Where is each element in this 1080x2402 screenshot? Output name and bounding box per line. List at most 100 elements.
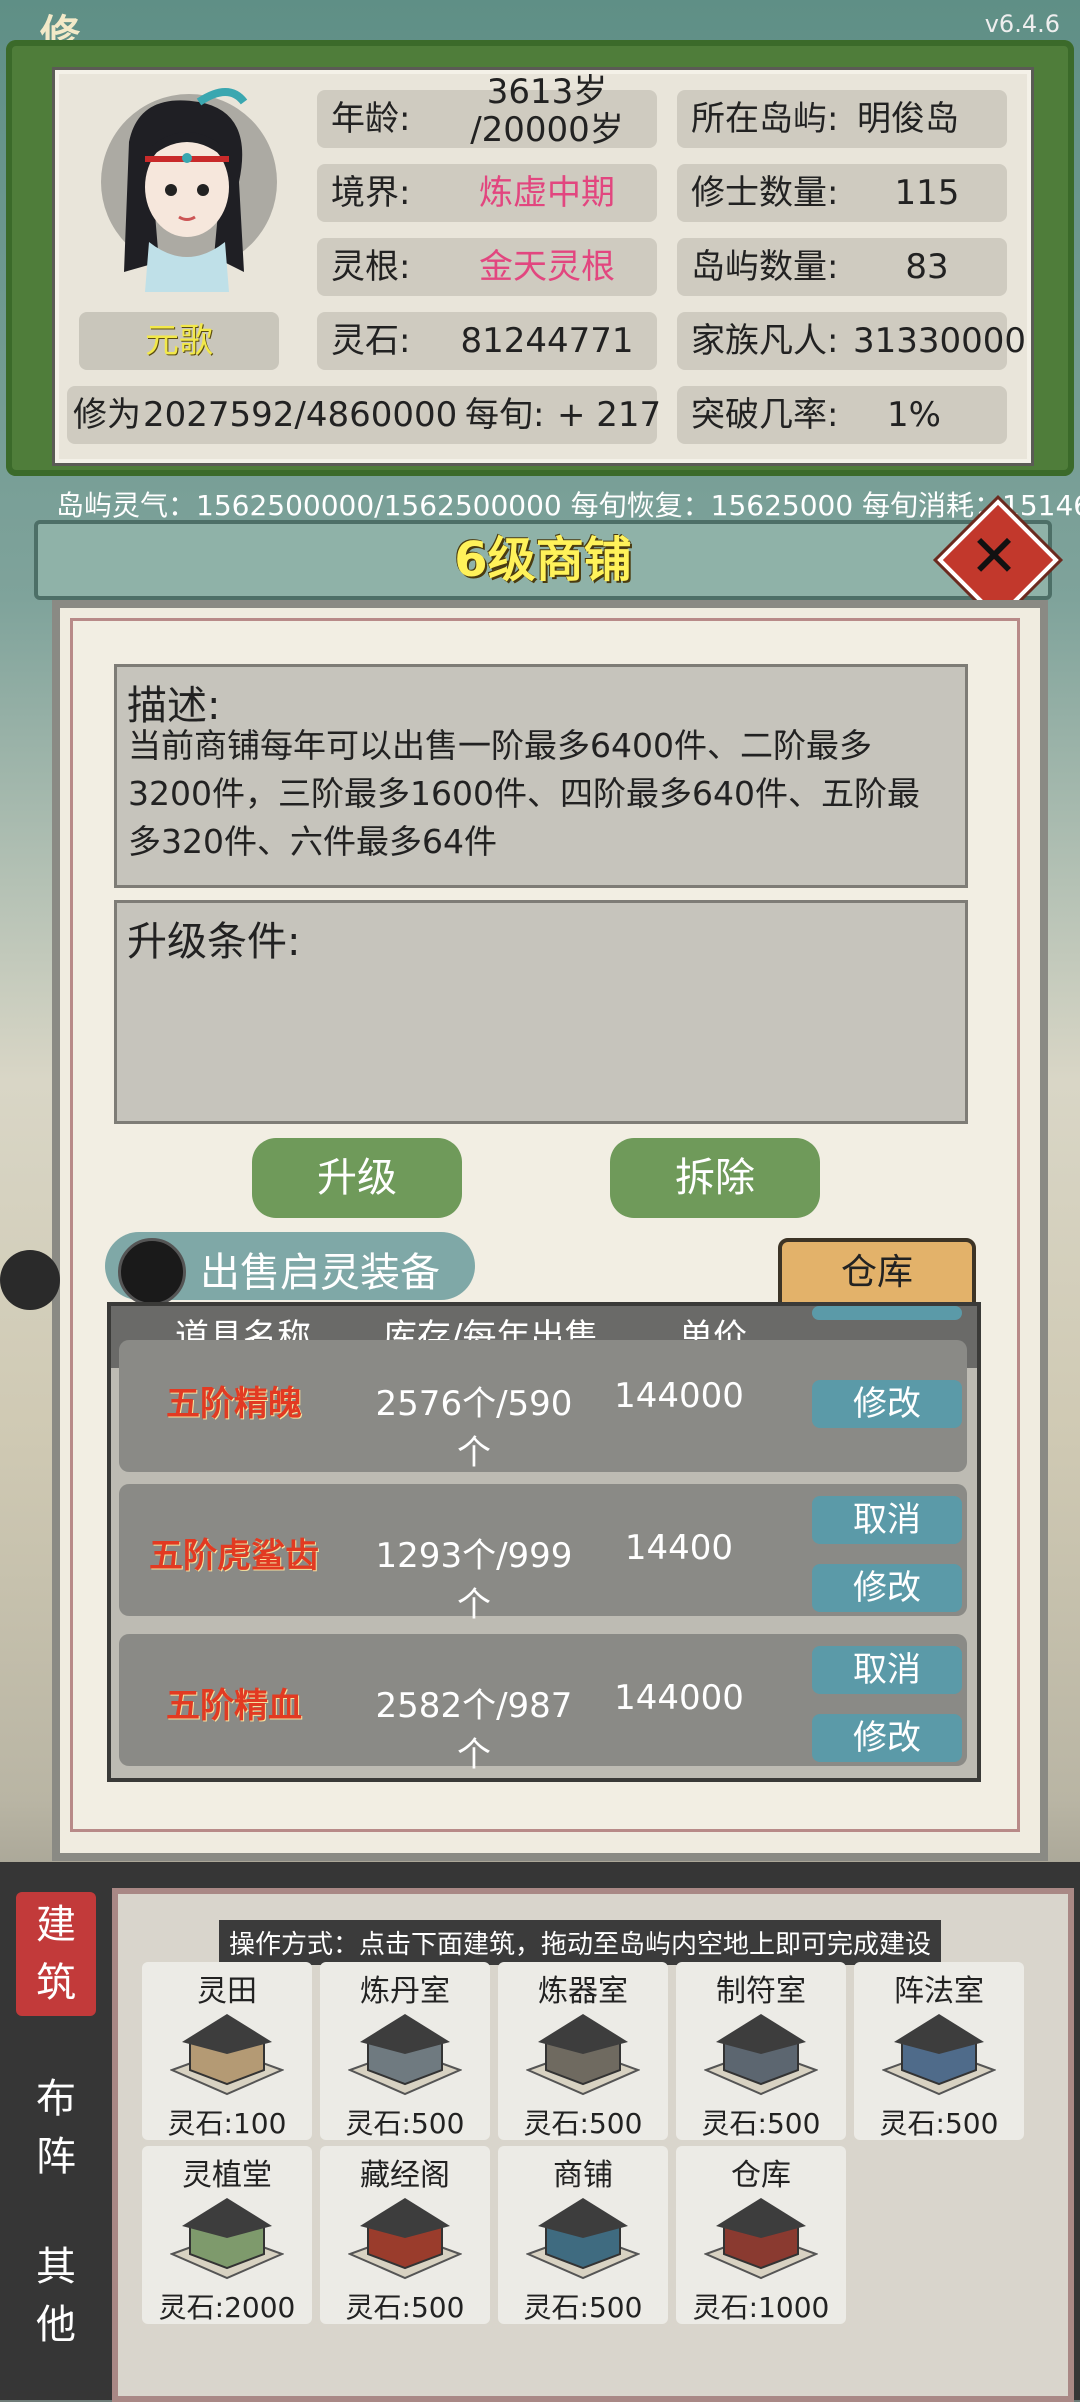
islands-label: 岛屿数量: [691,247,839,287]
building-cost: 灵石:500 [345,2291,465,2324]
item-price: 144000 [614,1678,744,1718]
building-name: 商铺 [553,2158,613,2193]
building-cost: 灵石:1000 [692,2291,830,2324]
age-label: 年龄: [331,99,411,139]
building-card[interactable]: 灵植堂灵石:2000 [142,2146,312,2324]
warehouse-tab-button[interactable]: 仓库 [778,1238,976,1308]
building-card[interactable]: 灵田 灵石:100 [142,1962,312,2140]
stones-pill: 灵石: 81244771 [317,312,657,370]
islands-pill: 岛屿数量: 83 [677,238,1007,296]
building-name: 仓库 [731,2158,791,2193]
root-label: 灵根: [331,247,411,287]
item-name: 五阶精魄 [166,1384,302,1424]
description-text: 当前商铺每年可以出售一阶最多6400件、二阶最多3200件，三阶最多1600件、… [128,726,920,861]
building-cost: 灵石:2000 [158,2291,296,2324]
item-stock: 1293个/999个 [375,1536,573,1625]
modify-button[interactable]: 修改 [812,1564,962,1612]
warehouse-building-icon [703,2194,819,2280]
islands-value: 83 [905,247,949,287]
alchemy-room-icon [347,2010,463,2096]
cultivators-label: 修士数量: [691,173,839,213]
island-value: 明俊岛 [857,99,959,139]
shop-title: 6级商铺 [454,532,632,588]
map-decoration [0,1250,60,1310]
modify-button[interactable]: 修改 [812,1380,962,1428]
per-turn-label: 每旬: [465,395,545,435]
tab-formation[interactable]: 布阵 [16,2070,96,2186]
item-stock: 2582个/987个 [375,1686,573,1775]
building-card[interactable]: 仓库灵石:1000 [676,2146,846,2324]
breakthrough-pill: 突破几率: 1% [677,386,1007,444]
per-turn-value: + 217 [557,395,662,435]
cancel-button[interactable]: 取消 [812,1496,962,1544]
realm-pill: 境界: 炼虚中期 [317,164,657,222]
version-label: v6.4.6 [984,10,1060,38]
building-card[interactable]: 制符室 灵石:500 [676,1962,846,2140]
item-price: 144000 [614,1376,744,1416]
stones-value: 81244771 [460,321,634,361]
building-card[interactable]: 商铺灵石:500 [498,2146,668,2324]
building-name: 炼丹室 [360,1974,450,2009]
upgrade-conditions-box: 升级条件: [114,900,968,1124]
island-spirit-status: 岛屿灵气：1562500000/1562500000 每旬恢复：15625000… [0,480,1080,524]
cultivation-pill: 修为 2027592/4860000 每旬: + 217 [67,386,661,444]
stones-label: 灵石: [331,321,411,361]
demolish-button[interactable]: 拆除 [610,1138,820,1218]
upgrade-button[interactable]: 升级 [252,1138,462,1218]
player-name: 元歌 [145,321,213,361]
mortals-value: 31330000 [853,321,1027,361]
building-card[interactable]: 阵法室灵石:500 [854,1962,1024,2140]
table-row: 五阶精血 2582个/987个 144000 取消 修改 [119,1634,967,1775]
player-name-badge[interactable]: 元歌 [79,312,279,370]
avatar[interactable] [79,82,289,292]
talisman-room-icon [703,2010,819,2096]
building-cost: 灵石:500 [523,2107,643,2140]
tab-other[interactable]: 其他 [16,2238,96,2354]
building-cost: 灵石:500 [879,2107,999,2140]
root-value: 金天灵根 [479,247,615,287]
character-portrait-icon [101,88,277,292]
orb-icon [118,1238,186,1306]
cultivators-pill: 修士数量: 115 [677,164,1007,222]
building-name: 藏经阁 [360,2158,450,2193]
formation-room-icon [881,2010,997,2096]
building-cost: 灵石:100 [167,2107,287,2140]
breakthrough-label: 突破几率: [691,395,839,435]
building-name: 灵植堂 [182,2158,272,2193]
cultivation-label: 修为 [73,395,141,435]
age-pill: 年龄: 3613岁 /20000岁 [317,74,657,150]
status-card: 元歌 年龄: 3613岁 /20000岁 所在岛屿: 明俊岛 境界: 炼虚中期 … [55,70,1031,463]
breakthrough-value: 1% [887,395,941,435]
close-icon[interactable]: ✕ [955,517,1033,595]
building-card[interactable]: 藏经阁灵石:500 [320,2146,490,2324]
sell-table: 道具名称 库存/每年出售 单价 五阶精魄 2576个/590个 144000 修… [107,1302,981,1782]
building-card[interactable]: 炼器室灵石:500 [498,1962,668,2140]
building-cost: 灵石:500 [523,2291,643,2324]
building-name: 制符室 [716,1974,806,2009]
cancel-button[interactable] [812,1306,962,1320]
table-row: 五阶虎鲨齿 1293个/999个 14400 取消 修改 [119,1484,967,1625]
tab-formation-label: 布阵 [36,2076,76,2180]
item-price: 14400 [624,1528,734,1568]
cultivators-value: 115 [894,173,960,213]
building-name: 炼器室 [538,1974,628,2009]
realm-value: 炼虚中期 [479,173,615,213]
building-card[interactable]: 炼丹室 灵石:500 [320,1962,490,2140]
cultivation-value: 2027592/4860000 [143,395,458,435]
table-row: 五阶精魄 2576个/590个 144000 修改 [119,1306,967,1473]
item-name: 五阶精血 [166,1686,302,1726]
library-pagoda-icon [347,2194,463,2280]
cancel-button[interactable]: 取消 [812,1646,962,1694]
realm-label: 境界: [331,173,411,213]
building-name: 阵法室 [894,1974,984,2009]
item-name: 五阶虎鲨齿 [149,1536,319,1576]
modify-button[interactable]: 修改 [812,1714,962,1762]
sell-equipment-label: 出售启灵装备 [200,1250,440,1296]
age-value-2: /20000岁 [470,110,624,150]
item-stock: 2576个/590个 [375,1384,573,1473]
herb-hall-icon [169,2194,285,2280]
island-pill: 所在岛屿: 明俊岛 [677,90,1007,148]
field-icon [169,2010,285,2096]
shop-building-icon [525,2194,641,2280]
build-hint: 操作方式：点击下面建筑，拖动至岛屿内空地上即可完成建设 [0,1920,1080,1965]
